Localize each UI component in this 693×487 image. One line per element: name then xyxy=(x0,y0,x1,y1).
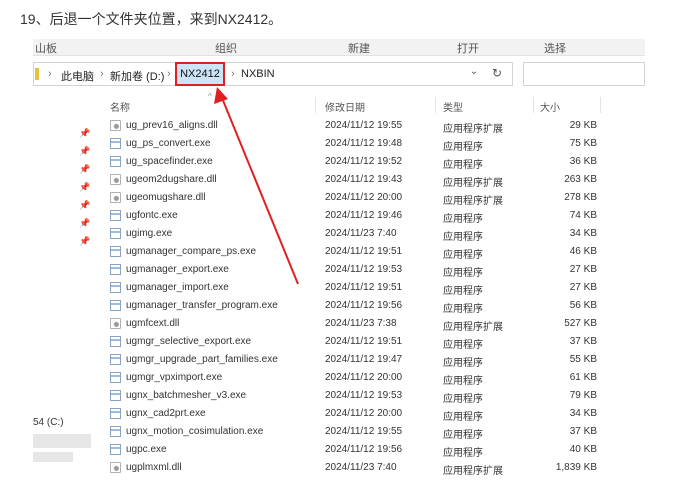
arrow-head xyxy=(214,87,228,104)
annotation-arrow xyxy=(214,87,299,285)
arrow-shaft xyxy=(221,97,299,285)
